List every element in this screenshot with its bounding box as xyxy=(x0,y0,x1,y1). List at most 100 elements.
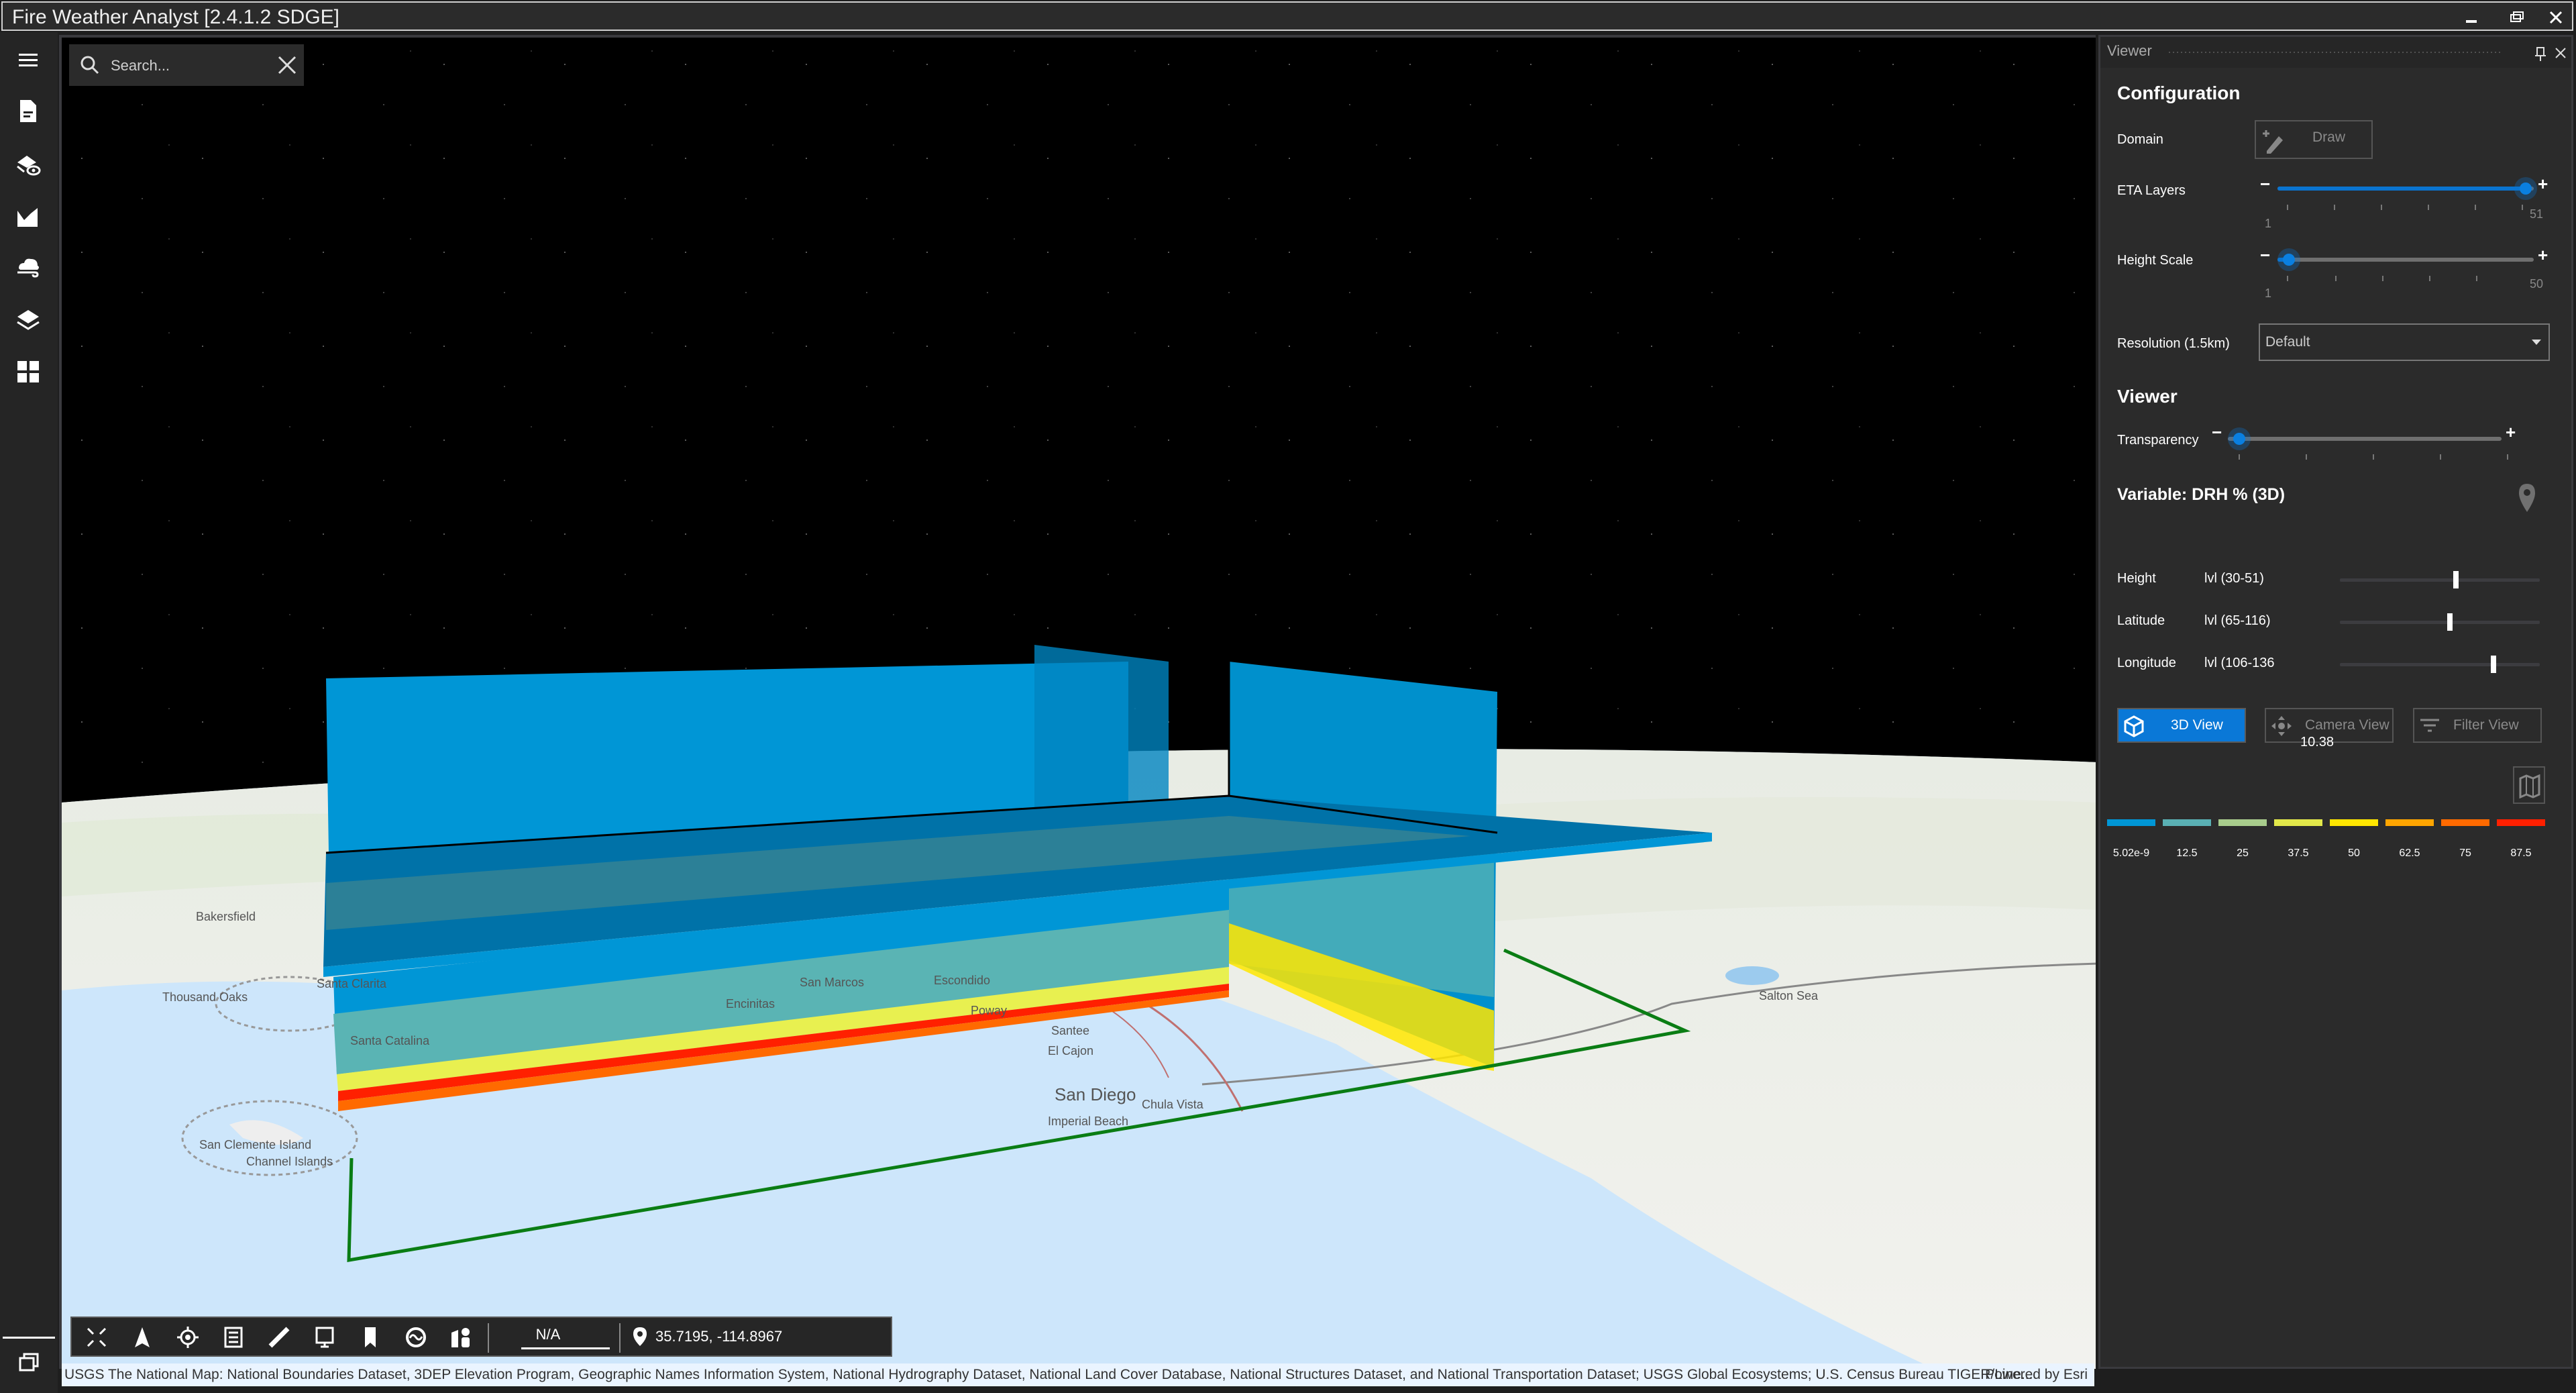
screen-capture-button[interactable] xyxy=(313,1326,336,1349)
variable-row-label: Longitude xyxy=(2117,656,2176,670)
panel-drag-handle[interactable] xyxy=(2167,50,2503,56)
decrease-icon[interactable]: − xyxy=(2260,174,2270,195)
slider-fill xyxy=(2277,187,2527,191)
sidebar-item-layer-visibility[interactable] xyxy=(15,150,42,177)
sidebar xyxy=(0,32,58,1393)
sidebar-item-dashboard[interactable] xyxy=(15,358,42,385)
draw-pencil-icon xyxy=(2263,130,2283,154)
powered-by-link[interactable]: Powered by Esri xyxy=(1985,1363,2088,1386)
tick xyxy=(2440,454,2441,460)
tick xyxy=(2382,276,2383,281)
locate-button[interactable] xyxy=(176,1326,199,1349)
north-arrow-icon xyxy=(135,1327,150,1347)
document-icon xyxy=(20,100,36,122)
camera-move-icon xyxy=(2271,716,2292,736)
tick xyxy=(2475,205,2476,210)
slider-max-label: 51 xyxy=(2530,207,2544,221)
list-button[interactable] xyxy=(222,1326,245,1349)
increase-icon[interactable]: + xyxy=(2506,422,2516,443)
north-arrow-button[interactable] xyxy=(131,1326,154,1349)
basemap-swap-icon xyxy=(406,1327,426,1347)
location-pin-icon[interactable] xyxy=(2518,482,2536,513)
legend-swatch xyxy=(2274,819,2322,826)
location-pin-icon xyxy=(633,1327,647,1346)
screen-capture-icon xyxy=(315,1327,334,1348)
value-readout: 10.38 xyxy=(2300,735,2334,750)
title-bar: Fire Weather Analyst [2.4.1.2 SDGE] xyxy=(1,1,2573,31)
locate-icon xyxy=(177,1327,199,1348)
3d-view-button[interactable]: 3D View xyxy=(2117,708,2246,743)
map-place-label: Santa Clarita xyxy=(317,977,387,990)
pin-icon[interactable] xyxy=(2534,46,2547,61)
fullscreen-button[interactable] xyxy=(85,1326,108,1349)
increase-icon[interactable]: + xyxy=(2538,245,2548,266)
slider-thumb[interactable] xyxy=(2277,248,2300,271)
tick xyxy=(2373,454,2374,460)
level-slider-track[interactable] xyxy=(2340,621,2540,624)
tick xyxy=(2381,205,2382,210)
close-window-button[interactable] xyxy=(2542,7,2569,28)
legend-label: 50 xyxy=(2348,847,2360,859)
variable-row-range: lvl (65-116) xyxy=(2204,613,2271,628)
coordinates-readout: 35.7195, -114.8967 xyxy=(655,1328,783,1345)
variable-heading: Variable: DRH % (3D) xyxy=(2117,485,2286,504)
button-label: 3D View xyxy=(2171,717,2223,733)
bookmark-button[interactable] xyxy=(359,1326,382,1349)
slider-min-label: 1 xyxy=(2265,217,2272,230)
measure-button[interactable] xyxy=(268,1326,290,1349)
slider-thumb[interactable] xyxy=(2228,427,2251,450)
minimize-button[interactable] xyxy=(2458,7,2485,28)
tick xyxy=(2239,454,2240,460)
sidebar-item-chart[interactable] xyxy=(15,203,42,229)
restore-windows-button[interactable] xyxy=(16,1349,43,1376)
increase-icon[interactable]: + xyxy=(2538,174,2548,195)
coordinates-button[interactable] xyxy=(629,1326,651,1349)
clear-search-button[interactable] xyxy=(276,54,299,76)
draw-domain-button[interactable]: Draw xyxy=(2255,120,2373,159)
layer-legend-button[interactable] xyxy=(449,1326,472,1349)
restore-windows-icon xyxy=(19,1353,39,1372)
sidebar-item-document[interactable] xyxy=(15,98,42,125)
bookmark-icon xyxy=(365,1327,376,1347)
map-place-label: San Diego xyxy=(1055,1084,1136,1104)
level-slider-thumb[interactable] xyxy=(2453,571,2459,588)
scale-text: N/A xyxy=(535,1326,561,1343)
close-icon xyxy=(278,56,297,74)
basemap-toggle-button[interactable] xyxy=(2513,766,2545,804)
tick xyxy=(2428,205,2429,210)
toolbar-divider xyxy=(488,1323,489,1353)
attribution-text[interactable]: USGS The National Map: National Boundari… xyxy=(64,1363,2033,1386)
sidebar-divider xyxy=(3,1337,55,1339)
search-box xyxy=(69,44,304,86)
close-panel-icon[interactable] xyxy=(2554,46,2567,60)
search-input[interactable] xyxy=(109,52,260,79)
sidebar-item-weather[interactable] xyxy=(15,254,42,280)
draw-button-label: Draw xyxy=(2312,130,2346,145)
level-slider-thumb[interactable] xyxy=(2491,656,2497,673)
restore-button[interactable] xyxy=(2502,7,2529,28)
variable-row-range: lvl (30-51) xyxy=(2204,571,2264,586)
filter-view-button[interactable]: Filter View xyxy=(2413,708,2542,743)
minimize-icon xyxy=(2466,20,2477,23)
tick xyxy=(2507,454,2508,460)
decrease-icon[interactable]: − xyxy=(2260,245,2270,266)
level-slider-track[interactable] xyxy=(2340,578,2540,582)
map-place-label: Bakersfield xyxy=(196,910,256,923)
viewer-panel: Viewer Configuration Domain Draw ETA Lay… xyxy=(2098,35,2573,1369)
map-3d-viewport[interactable]: San Marcos Escondido Encinitas Poway Santee E… xyxy=(59,35,2096,1369)
decrease-icon[interactable]: − xyxy=(2212,422,2222,443)
sidebar-item-layers[interactable] xyxy=(15,306,42,333)
tick xyxy=(2476,276,2477,281)
map-place-label: San Clemente Island xyxy=(199,1138,312,1151)
resolution-label: Resolution (1.5km) xyxy=(2117,336,2230,351)
sidebar-item-menu[interactable] xyxy=(15,47,42,74)
basemap-swap-button[interactable] xyxy=(405,1326,427,1349)
resolution-dropdown[interactable]: Default xyxy=(2259,323,2550,361)
tick xyxy=(2335,276,2337,281)
level-slider-thumb[interactable] xyxy=(2447,613,2453,631)
slider-thumb[interactable] xyxy=(2514,177,2537,200)
globe-scene[interactable] xyxy=(62,38,2096,1369)
legend-swatch xyxy=(2218,819,2267,826)
level-slider-track[interactable] xyxy=(2340,663,2540,666)
legend-label: 12.5 xyxy=(2176,847,2198,859)
